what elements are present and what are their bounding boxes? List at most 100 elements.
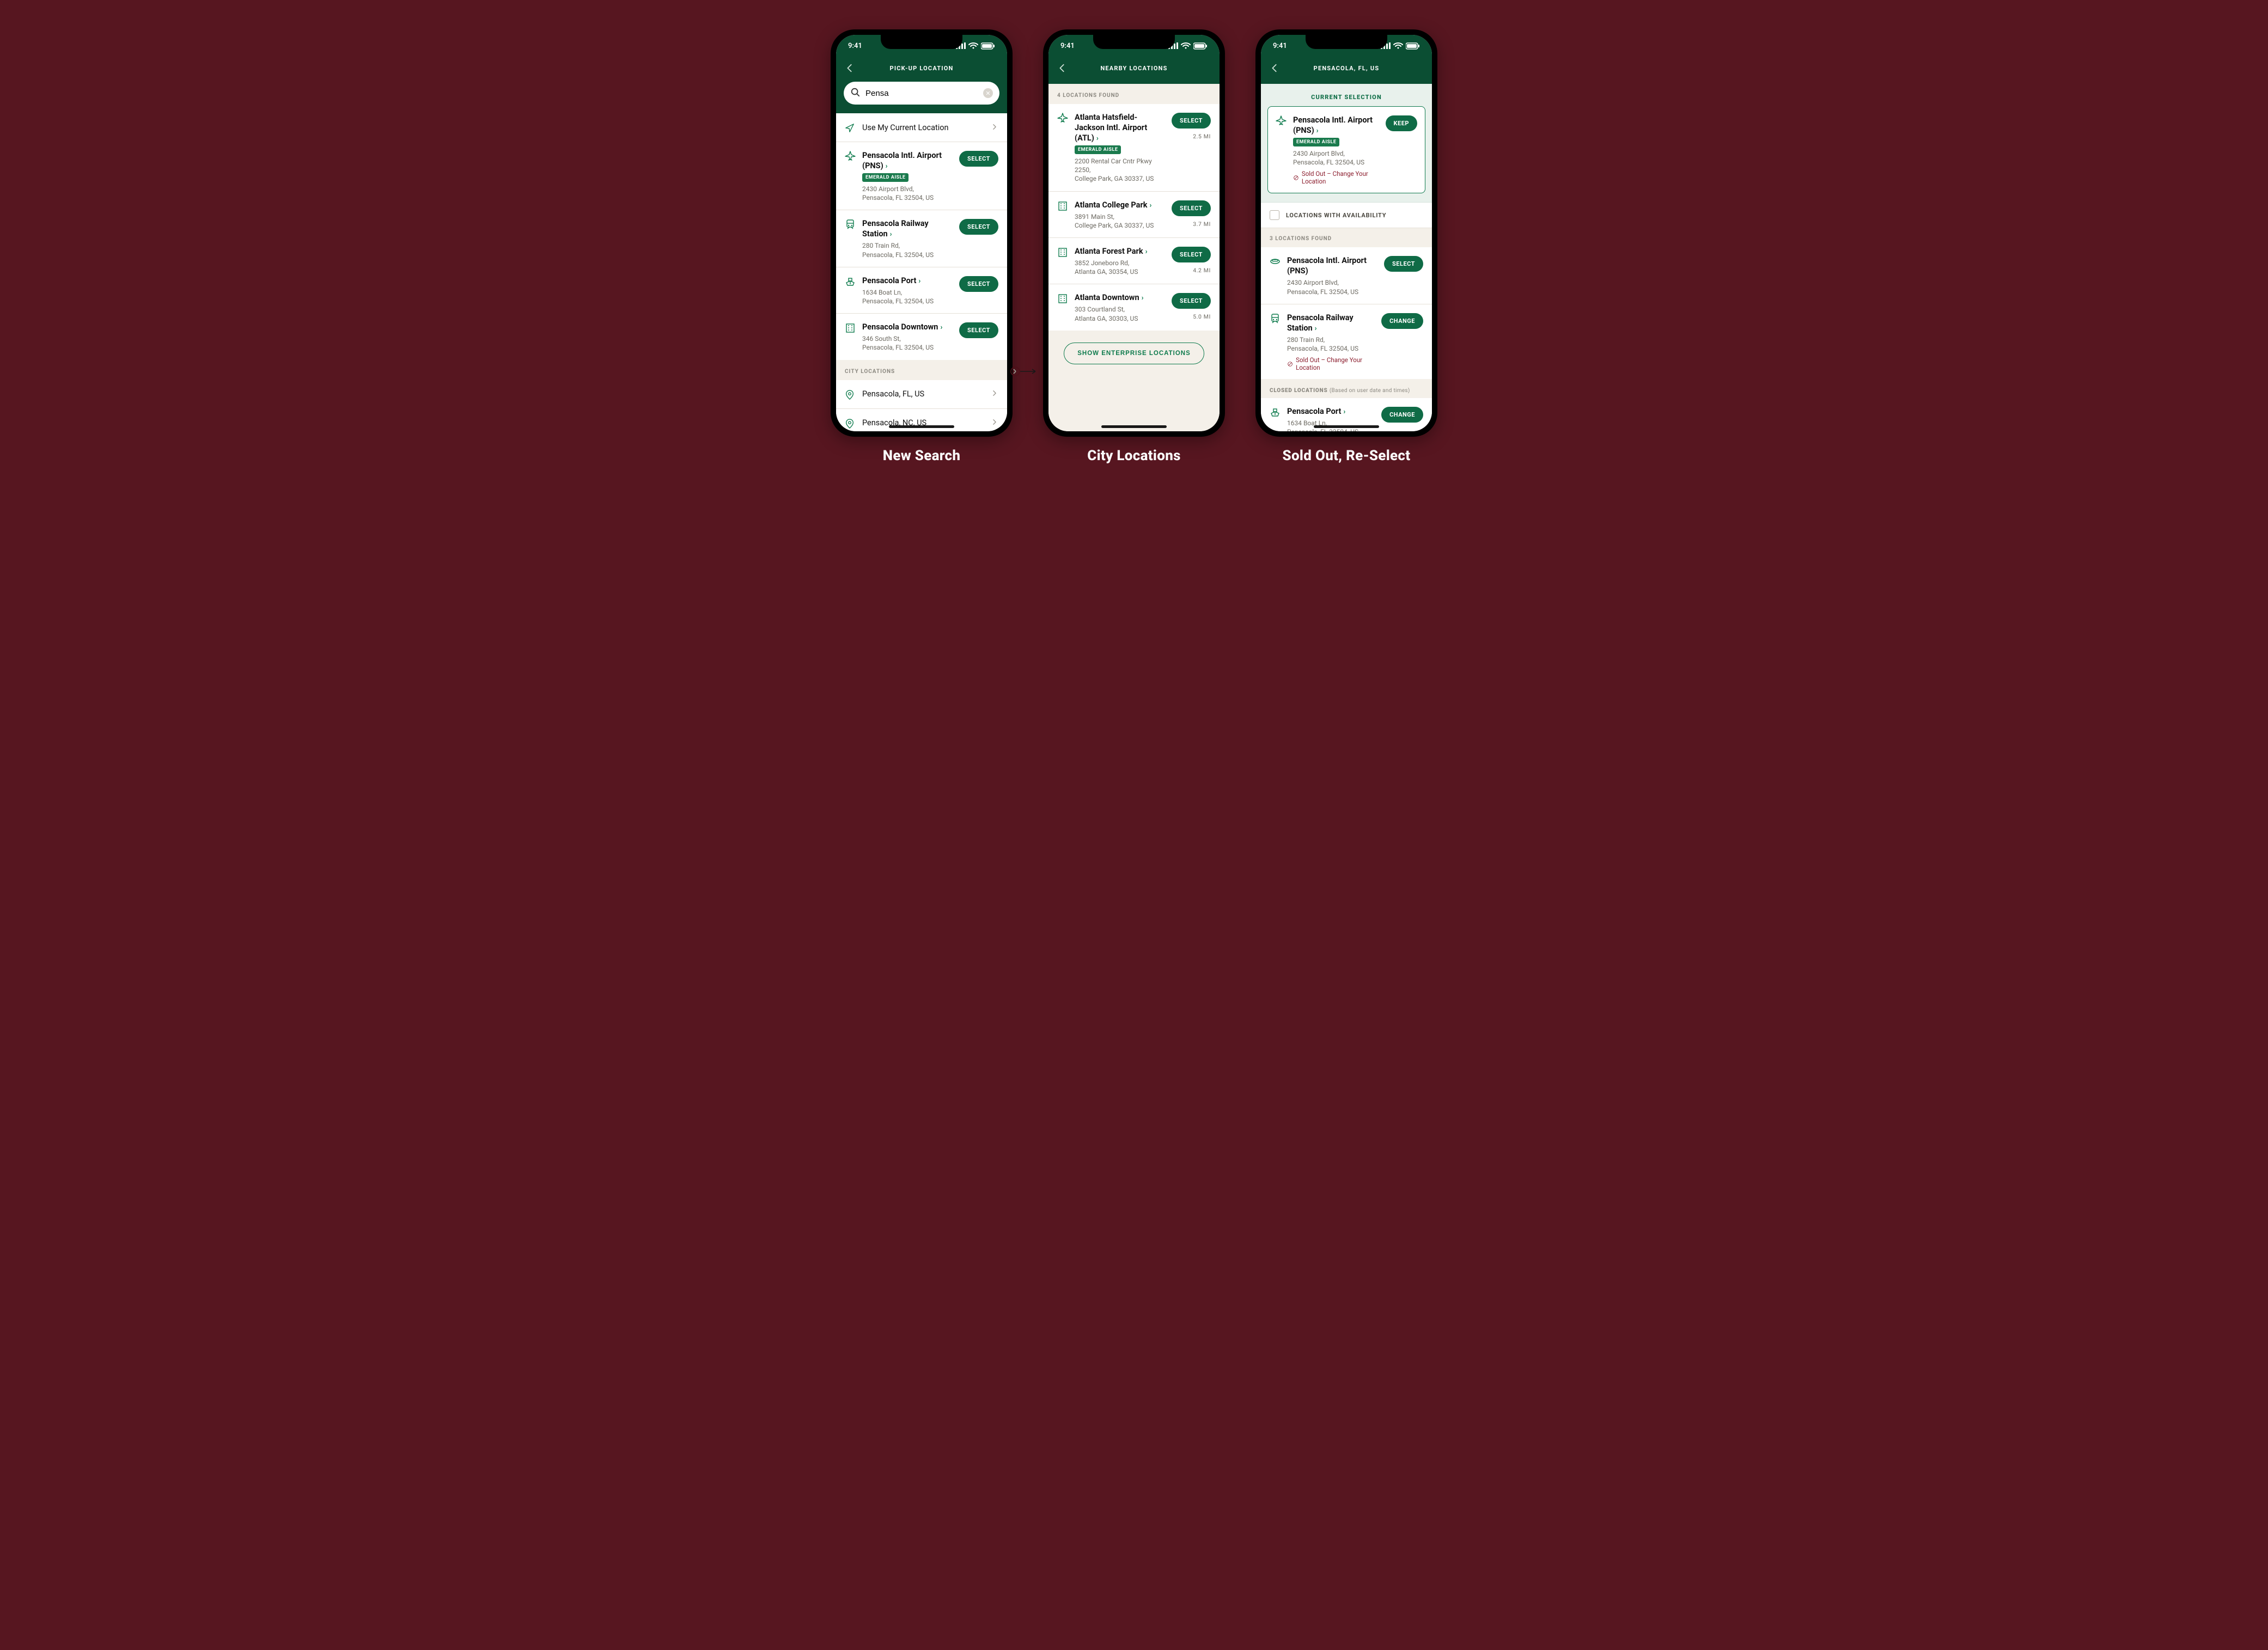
location-address: 2430 Airport Blvd,Pensacola, FL 32504, U…: [1287, 278, 1377, 296]
location-name: Atlanta College Park: [1075, 200, 1148, 210]
location-address: 2200 Rental Car Cntr Pkwy 2250,College P…: [1075, 157, 1165, 184]
keep-button[interactable]: KEEP: [1386, 115, 1417, 131]
checkbox[interactable]: [1270, 210, 1279, 220]
notch: [1306, 35, 1387, 49]
page-title: PENSACOLA, FL, US: [1281, 65, 1412, 72]
chevron-right-icon: [991, 123, 998, 133]
status-time: 9:41: [1273, 42, 1287, 50]
location-address: 1634 Boat Ln,Pensacola, FL 32504, US: [862, 288, 953, 305]
chevron-right-icon: [991, 418, 998, 428]
location-address: 280 Train Rd,Pensacola, FL 32504, US: [1287, 335, 1375, 353]
battery-icon: [981, 42, 995, 50]
location-name: Pensacola Railway Station: [862, 219, 929, 239]
caption-2: City Locations: [1087, 448, 1181, 464]
notch: [1093, 35, 1175, 49]
location-row[interactable]: Pensacola Railway Station› 280 Train Rd,…: [1261, 304, 1432, 379]
current-selection-panel: CURRENT SELECTION Pensacola Intl. Airpor…: [1261, 84, 1432, 203]
plane-icon: [845, 151, 856, 162]
location-row[interactable]: Pensacola Intl. Airport (PNS)›EMERALD AI…: [836, 142, 1007, 210]
back-icon: [1270, 63, 1279, 73]
show-enterprise-button[interactable]: SHOW ENTERPRISE LOCATIONS: [1064, 343, 1204, 364]
select-button[interactable]: SELECT: [1172, 293, 1211, 309]
select-button[interactable]: SELECT: [1172, 113, 1211, 129]
location-row[interactable]: Atlanta College Park› 3891 Main St,Colle…: [1048, 192, 1220, 238]
plane-icon: [1276, 115, 1287, 126]
chevron-right-icon: ›: [1343, 408, 1345, 416]
city-row[interactable]: Pensacola, FL, US: [836, 380, 1007, 409]
battery-icon: [1193, 42, 1208, 50]
battery-icon: [1406, 42, 1420, 50]
select-button[interactable]: SELECT: [959, 151, 998, 167]
pin-icon: [845, 419, 856, 429]
location-row[interactable]: Atlanta Downtown› 303 Courtland St,Atlan…: [1048, 284, 1220, 330]
location-address: 2430 Airport Blvd,Pensacola, FL 32504, U…: [862, 185, 953, 202]
location-address: 280 Train Rd,Pensacola, FL 32504, US: [862, 241, 953, 259]
distance-label: 2.5 MI: [1193, 133, 1211, 140]
location-name: Pensacola Railway Station: [1287, 313, 1354, 333]
chevron-right-icon: ›: [918, 277, 920, 285]
location-name: Pensacola Port: [1287, 407, 1341, 416]
location-row[interactable]: Pensacola Intl. Airport (PNS) 2430 Airpo…: [1261, 247, 1432, 304]
back-icon: [1057, 63, 1067, 73]
select-button[interactable]: SELECT: [959, 322, 998, 338]
location-name[interactable]: Pensacola Intl. Airport (PNS): [1293, 115, 1373, 135]
back-button[interactable]: [1269, 63, 1281, 73]
search-icon: [850, 87, 860, 99]
location-row[interactable]: Atlanta Hatsfield-Jackson Intl. Airport …: [1048, 104, 1220, 192]
car-icon: [1270, 256, 1281, 267]
chevron-right-icon: ›: [886, 162, 888, 170]
use-current-location[interactable]: Use My Current Location: [836, 113, 1007, 142]
screen2-content: 4 LOCATIONS FOUND Atlanta Hatsfield-Jack…: [1048, 84, 1220, 431]
back-button[interactable]: [1056, 63, 1068, 73]
status-indicators: [1381, 42, 1420, 50]
prohibited-icon: [1287, 360, 1293, 368]
screen3-content: CURRENT SELECTION Pensacola Intl. Airpor…: [1261, 84, 1432, 431]
chevron-right-icon: ›: [890, 230, 892, 239]
home-indicator[interactable]: [1101, 425, 1167, 428]
sold-out-warning: Sold Out – Change Your Location: [1287, 356, 1375, 371]
select-button[interactable]: SELECT: [959, 276, 998, 292]
location-name: Pensacola Port: [862, 276, 916, 285]
select-button[interactable]: SELECT: [1172, 200, 1211, 216]
location-row[interactable]: Pensacola Port› 1634 Boat Ln,Pensacola, …: [836, 267, 1007, 314]
location-address: 303 Courtland St,Atlanta GA, 30303, US: [1075, 305, 1165, 322]
screen2-header: NEARBY LOCATIONS: [1048, 57, 1220, 84]
prohibited-icon: [1293, 174, 1299, 181]
distance-label: 4.2 MI: [1193, 267, 1211, 274]
search-field[interactable]: ✕: [844, 82, 999, 105]
wifi-icon: [1393, 42, 1403, 49]
location-row[interactable]: Pensacola Railway Station› 280 Train Rd,…: [836, 210, 1007, 267]
select-button[interactable]: SELECT: [959, 219, 998, 235]
chevron-right-icon: ›: [1145, 248, 1148, 256]
city-name: Pensacola, FL, US: [862, 389, 984, 399]
home-indicator[interactable]: [889, 425, 954, 428]
locations-found-label: 4 LOCATIONS FOUND: [1048, 84, 1220, 104]
back-button[interactable]: [844, 63, 856, 73]
chevron-right-icon: ›: [1096, 135, 1099, 143]
status-indicators: [956, 42, 995, 50]
location-row[interactable]: Atlanta Forest Park› 3852 Joneboro Rd,At…: [1048, 238, 1220, 284]
distance-label: 3.7 MI: [1193, 221, 1211, 228]
use-current-label: Use My Current Location: [862, 123, 984, 132]
select-button[interactable]: SELECT: [1172, 247, 1211, 262]
status-time: 9:41: [848, 42, 862, 50]
availability-filter[interactable]: LOCATIONS WITH AVAILABILITY: [1261, 203, 1432, 228]
location-row[interactable]: Pensacola Downtown› 346 South St,Pensaco…: [836, 314, 1007, 359]
chevron-right-icon: ›: [1315, 325, 1317, 333]
emerald-aisle-badge: EMERALD AISLE: [862, 173, 909, 182]
change-button[interactable]: CHANGE: [1381, 313, 1423, 329]
change-button[interactable]: CHANGE: [1381, 407, 1423, 423]
city-icon: [1057, 200, 1068, 211]
availability-filter-label: LOCATIONS WITH AVAILABILITY: [1286, 212, 1386, 219]
home-indicator[interactable]: [1314, 425, 1379, 428]
clear-search-button[interactable]: ✕: [983, 88, 993, 98]
page-title: PICK-UP LOCATION: [856, 65, 987, 72]
select-button[interactable]: SELECT: [1384, 256, 1423, 272]
search-input[interactable]: [864, 88, 979, 99]
location-address: 3891 Main St,College Park, GA 30337, US: [1075, 212, 1165, 230]
location-name: Atlanta Forest Park: [1075, 247, 1143, 256]
chevron-right-icon: ›: [940, 323, 942, 332]
chevron-right-icon: ›: [1150, 201, 1152, 210]
notch: [881, 35, 962, 49]
canvas: 9:41 PICK-UP LOCATION: [785, 0, 1483, 489]
